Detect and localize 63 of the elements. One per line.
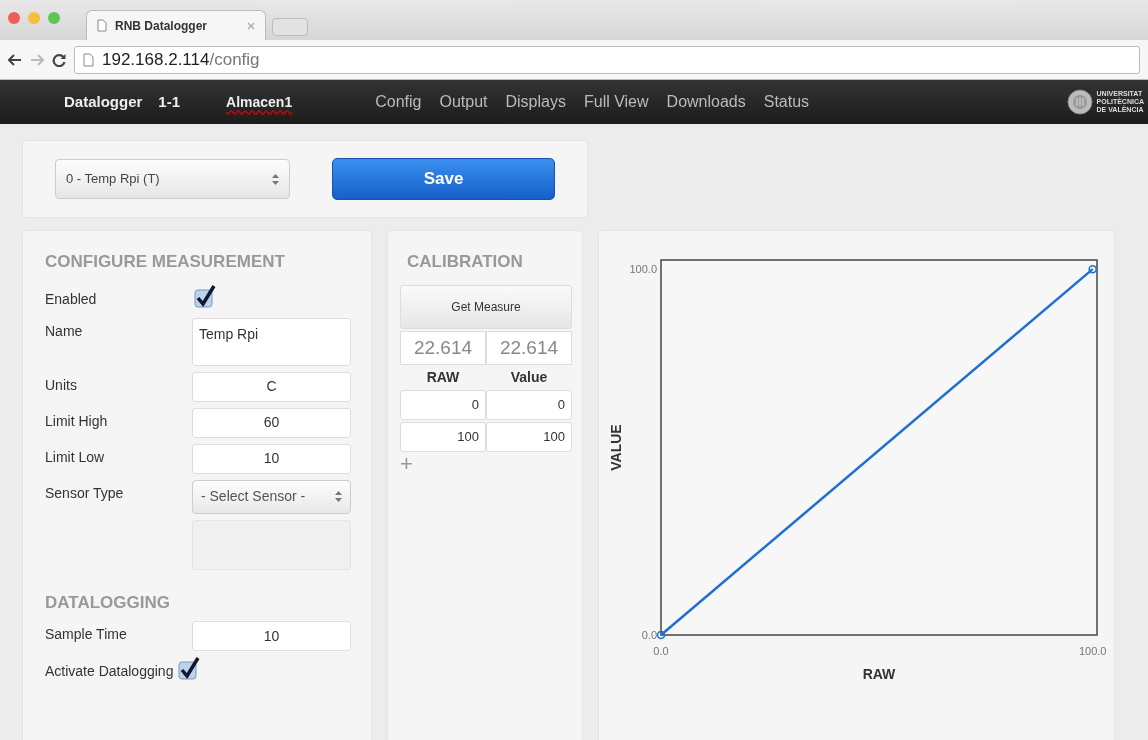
y-axis-title: VALUE xyxy=(608,424,624,471)
page-icon xyxy=(83,52,94,67)
data-point[interactable] xyxy=(656,630,666,640)
forward-icon[interactable] xyxy=(30,53,44,66)
x-axis-title: RAW xyxy=(862,666,896,682)
text-field[interactable]: C xyxy=(192,371,351,402)
select-arrows-icon xyxy=(335,491,342,502)
datalogger-id: 1-1 xyxy=(158,91,181,112)
column-header: RAW xyxy=(425,367,461,387)
nav-link[interactable]: Status xyxy=(754,90,819,114)
nav-link[interactable]: Full View xyxy=(574,90,658,114)
checkbox[interactable] xyxy=(193,284,217,309)
field-label: Sample Time xyxy=(45,625,128,644)
calibration-input[interactable]: 100 xyxy=(400,421,486,452)
nav-link[interactable]: Config xyxy=(366,90,431,114)
get-measure-button[interactable]: Get Measure xyxy=(400,284,572,329)
field-label: Activate Datalogging xyxy=(45,662,174,681)
data-point[interactable] xyxy=(1088,264,1097,274)
text-field[interactable]: Temp Rpi xyxy=(192,317,351,366)
new-tab-button[interactable] xyxy=(272,18,308,36)
checkbox[interactable] xyxy=(177,657,202,681)
maximize-window-button[interactable] xyxy=(48,12,60,24)
field-label: Units xyxy=(45,375,78,395)
field-label: Limit Low xyxy=(45,447,106,467)
text-field[interactable]: 10 xyxy=(192,621,351,651)
brand-title[interactable]: Datalogger xyxy=(64,90,143,114)
calibration-input[interactable]: 0 xyxy=(486,389,572,420)
field-label: Limit High xyxy=(45,411,109,431)
nav-link[interactable]: Displays xyxy=(496,90,575,114)
sensor-select[interactable]: - Select Sensor - xyxy=(192,479,351,514)
measurement-select[interactable]: 0 - Temp Rpi (T) xyxy=(55,159,290,199)
close-icon[interactable] xyxy=(247,21,255,30)
text-field[interactable]: 10 xyxy=(192,443,351,474)
back-icon[interactable] xyxy=(8,53,22,66)
section-title: CONFIGURE MEASUREMENT xyxy=(45,251,286,273)
url-text: 192.168.2.114/config xyxy=(102,48,260,71)
field-label: Enabled xyxy=(45,289,98,309)
measured-value: 22.614 xyxy=(486,330,572,365)
measured-value: 22.614 xyxy=(400,330,486,365)
page-icon xyxy=(97,19,107,32)
seal-logo xyxy=(1066,89,1093,115)
field-label: Name xyxy=(45,321,84,341)
address-bar[interactable]: 192.168.2.114/config xyxy=(74,45,1140,74)
location-name: Almacen1 xyxy=(226,92,293,112)
select-arrows-icon xyxy=(272,173,279,185)
calibration-input[interactable]: 0 xyxy=(400,389,486,420)
nav-link[interactable]: Output xyxy=(430,90,497,114)
section-title: CALIBRATION xyxy=(406,251,524,273)
reload-icon[interactable] xyxy=(52,52,66,67)
calibration-input[interactable]: 100 xyxy=(486,421,572,452)
save-button[interactable]: Save xyxy=(332,158,555,200)
x-tick-label: 100.0 xyxy=(1078,645,1107,657)
text-field[interactable]: 60 xyxy=(192,407,351,438)
browser-tab[interactable]: RNB Datalogger xyxy=(86,10,266,40)
close-window-button[interactable] xyxy=(8,12,20,24)
y-tick-label: 100.0 xyxy=(629,263,657,276)
section-title: DATALOGGING xyxy=(45,591,171,614)
y-tick-label: 0.0 xyxy=(641,629,657,641)
column-header: Value xyxy=(509,367,549,387)
x-tick-label: 0.0 xyxy=(653,645,669,657)
nav-link[interactable]: Downloads xyxy=(657,90,755,114)
minimize-window-button[interactable] xyxy=(28,12,40,24)
field-label: Sensor Type xyxy=(45,483,125,503)
